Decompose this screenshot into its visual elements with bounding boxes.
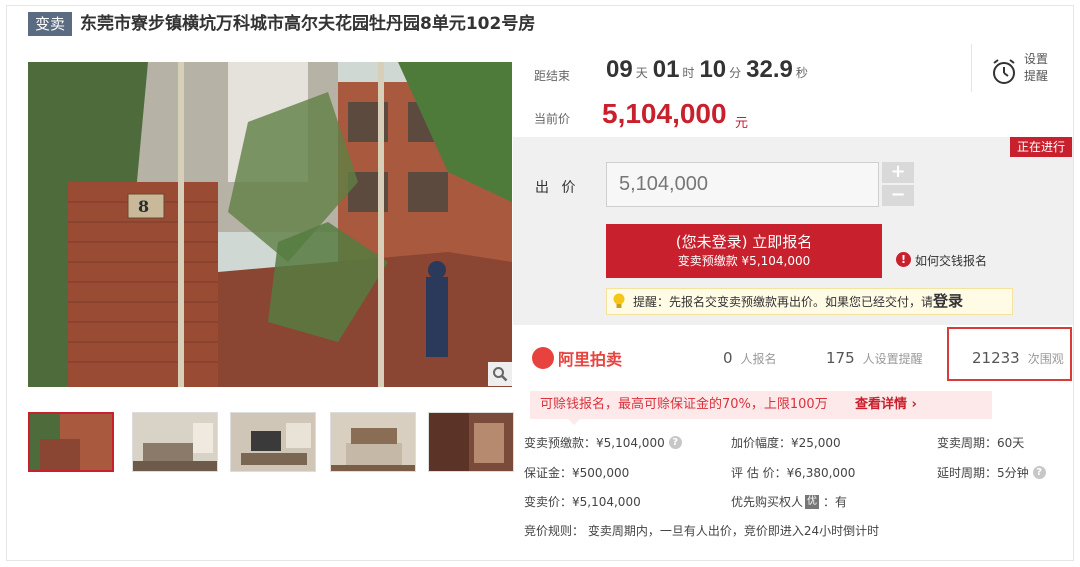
detail-priority-label: 优先购买权人 xyxy=(731,495,804,509)
countdown-days-unit: 天 xyxy=(635,66,648,80)
promo-pointer xyxy=(568,419,580,425)
magnifier-icon xyxy=(493,367,508,382)
countdown-seconds: 32.9 xyxy=(746,56,793,83)
detail-priority-value: ：有 xyxy=(823,495,848,509)
detail-rules: 竞价规则： 变卖周期内，一旦有人出价，竞价即进入24小时倒计时 xyxy=(524,524,880,538)
thumbnail-image xyxy=(231,413,315,471)
bid-amount-input[interactable]: 5,104,000 xyxy=(606,162,879,207)
signup-count-value: 0 xyxy=(723,349,733,367)
brand-name: 阿里拍卖 xyxy=(558,350,623,369)
signup-count: 0 人报名 xyxy=(723,349,777,367)
detail-sale-price: 变卖价：¥5,104,000 xyxy=(524,495,641,509)
countdown-timer: 09 天 01 时 10 分 32.9 秒 xyxy=(606,56,813,84)
thumbnail-2[interactable] xyxy=(132,412,218,472)
signup-button-deposit: 变卖预缴款 ¥5,104,000 xyxy=(677,254,811,268)
signup-count-label: 人报名 xyxy=(740,352,777,366)
current-price-value: 5,104,000 xyxy=(602,98,727,129)
current-price-unit: 元 xyxy=(735,116,749,131)
countdown-label: 距结束 xyxy=(534,69,571,83)
reminder-count: 175 人设置提醒 xyxy=(826,349,923,367)
countdown-days: 09 xyxy=(606,56,633,83)
status-badge: 正在进行 xyxy=(1010,137,1072,157)
set-reminder-button[interactable]: 设置 提醒 xyxy=(1024,51,1056,85)
divider xyxy=(971,44,972,92)
highlight-box xyxy=(947,327,1072,381)
thumbnail-image xyxy=(429,413,513,471)
reminder-count-value: 175 xyxy=(826,349,855,367)
login-tip: 提醒：先报名交变卖预缴款再出价。如果您已经交付，请登录 xyxy=(606,288,1013,315)
zoom-button[interactable] xyxy=(488,362,512,386)
detail-increment: 加价幅度：¥25,000 xyxy=(731,436,841,450)
help-icon[interactable]: ? xyxy=(1032,466,1046,479)
credit-promo-banner: 可赊钱报名，最高可赊保证金的70%，上限100万 查看详情 › xyxy=(530,391,992,419)
thumbnail-image xyxy=(30,414,112,470)
login-tip-text: 提醒：先报名交变卖预缴款再出价。如果您已经交付，请 xyxy=(633,295,934,309)
detail-delay-text: 延时周期：5分钟 xyxy=(937,466,1029,480)
thumbnail-image xyxy=(133,413,217,471)
info-icon: ! xyxy=(896,252,911,267)
promo-text: 可赊钱报名，最高可赊保证金的70%，上限100万 xyxy=(540,397,828,412)
page-title: 东莞市寮步镇横坑万科城市高尔夫花园牡丹园8单元102号房 xyxy=(80,14,536,34)
detail-priority: 优先购买权人优：有 xyxy=(731,493,847,510)
login-link[interactable]: 登录 xyxy=(933,292,963,310)
set-reminder-line2: 提醒 xyxy=(1024,69,1049,83)
set-reminder-line1: 设置 xyxy=(1024,52,1049,66)
promo-details-link[interactable]: 查看详情 › xyxy=(855,391,917,419)
detail-period: 变卖周期：60天 xyxy=(937,436,1025,450)
detail-appraisal: 评 估 价：¥6,380,000 xyxy=(731,466,856,480)
countdown-seconds-unit: 秒 xyxy=(795,66,808,80)
alarm-clock-icon[interactable] xyxy=(990,58,1018,86)
countdown-minutes-unit: 分 xyxy=(729,66,742,80)
signup-now-button[interactable]: (您未登录) 立即报名 变卖预缴款 ¥5,104,000 xyxy=(606,224,882,278)
priority-badge: 优 xyxy=(805,494,820,509)
detail-deposit: 保证金：¥500,000 xyxy=(524,466,630,480)
detail-prepay-text: 变卖预缴款：¥5,104,000 xyxy=(524,436,665,450)
increase-bid-button[interactable]: + xyxy=(882,162,914,183)
current-price-label: 当前价 xyxy=(534,112,571,126)
signup-button-title: (您未登录) 立即报名 xyxy=(675,233,813,251)
thumbnail-5[interactable] xyxy=(428,412,514,472)
decrease-bid-button[interactable]: − xyxy=(882,185,914,206)
thumbnail-4[interactable] xyxy=(330,412,416,472)
auction-type-tag: 变卖 xyxy=(28,12,72,36)
countdown-hours: 01 xyxy=(652,56,680,83)
lightbulb-icon xyxy=(613,293,625,308)
house-photo-illustration: 8 xyxy=(28,62,512,387)
help-icon[interactable]: ? xyxy=(668,436,682,449)
house-number-plate: 8 xyxy=(138,197,149,216)
countdown-minutes: 10 xyxy=(699,56,727,83)
brand-logo: 阿里拍卖 xyxy=(532,346,622,370)
main-photo[interactable]: 8 xyxy=(28,62,512,387)
hammer-icon xyxy=(532,347,554,369)
detail-delay: 延时周期：5分钟? xyxy=(937,464,1046,481)
how-to-pay-link[interactable]: 如何交钱报名 xyxy=(915,252,987,269)
thumbnail-3[interactable] xyxy=(230,412,316,472)
reminder-count-label: 人设置提醒 xyxy=(862,352,923,366)
thumbnail-image xyxy=(331,413,415,471)
bid-label: 出 价 xyxy=(535,180,580,196)
countdown-hours-unit: 时 xyxy=(682,66,695,80)
detail-prepay: 变卖预缴款：¥5,104,000? xyxy=(524,434,682,451)
thumbnail-1[interactable] xyxy=(28,412,114,472)
